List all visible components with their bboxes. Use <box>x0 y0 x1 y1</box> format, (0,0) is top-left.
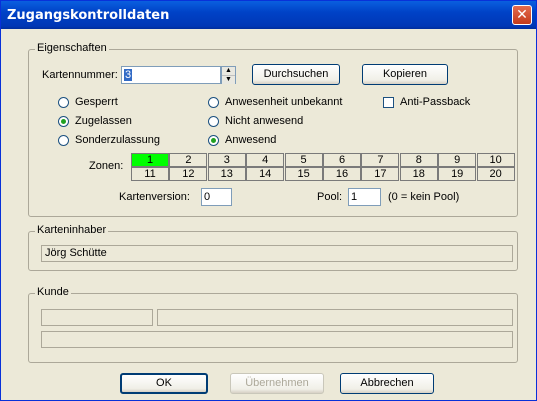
nicht-anwesend-radio[interactable] <box>208 116 219 127</box>
zone-14[interactable]: 14 <box>246 167 285 181</box>
eigenschaften-legend: Eigenschaften <box>35 42 109 54</box>
zone-15[interactable]: 15 <box>284 167 323 181</box>
pool-input[interactable]: 1 <box>348 188 381 206</box>
kartennummer-label: Kartennummer: <box>42 69 118 81</box>
abbrechen-button[interactable]: Abbrechen <box>340 373 434 394</box>
pool-hint: (0 = kein Pool) <box>388 191 460 203</box>
kartennummer-input[interactable]: 3 <box>121 66 221 84</box>
window-title: Zugangskontrolldaten <box>7 8 170 23</box>
anti-passback-label: Anti-Passback <box>400 96 471 108</box>
zone-17[interactable]: 17 <box>361 167 400 181</box>
zone-2[interactable]: 2 <box>169 153 208 167</box>
close-icon[interactable]: ✕ <box>512 5 532 25</box>
zugelassen-label: Zugelassen <box>75 115 132 127</box>
zone-20[interactable]: 20 <box>476 167 515 181</box>
zone-5[interactable]: 5 <box>284 153 323 167</box>
karteninhaber-name: Jörg Schütte <box>41 245 513 262</box>
zugelassen-radio[interactable] <box>58 116 69 127</box>
gesperrt-radio[interactable] <box>58 97 69 108</box>
zone-10[interactable]: 10 <box>476 153 515 167</box>
zone-13[interactable]: 13 <box>207 167 246 181</box>
gesperrt-label: Gesperrt <box>75 96 118 108</box>
uebernehmen-button[interactable]: Übernehmen <box>230 373 324 394</box>
kunde-field-3 <box>41 331 513 348</box>
kunde-field-2 <box>157 309 513 326</box>
zonen-label: Zonen: <box>89 160 124 172</box>
spin-down-icon[interactable]: ▼ <box>222 76 235 84</box>
anwesend-label: Anwesend <box>225 134 277 146</box>
karteninhaber-legend: Karteninhaber <box>35 224 109 236</box>
dialog-window: Zugangskontrolldaten ✕ Eigenschaften Kar… <box>0 0 537 401</box>
zone-19[interactable]: 19 <box>438 167 477 181</box>
zone-18[interactable]: 18 <box>399 167 438 181</box>
title-bar[interactable]: Zugangskontrolldaten ✕ <box>1 1 536 29</box>
zone-9[interactable]: 9 <box>438 153 477 167</box>
zone-12[interactable]: 12 <box>169 167 208 181</box>
kartenversion-input[interactable]: 0 <box>201 188 232 206</box>
kunde-legend: Kunde <box>35 286 71 298</box>
ok-button[interactable]: OK <box>120 373 208 394</box>
zone-6[interactable]: 6 <box>323 153 361 167</box>
sonderzulassung-radio[interactable] <box>58 135 69 146</box>
zone-7[interactable]: 7 <box>361 153 400 167</box>
zone-4[interactable]: 4 <box>246 153 285 167</box>
nicht-anwesend-label: Nicht anwesend <box>225 115 304 127</box>
kunde-field-1 <box>41 309 153 326</box>
spin-up-icon[interactable]: ▲ <box>222 67 235 76</box>
anwesenheit-unbekannt-label: Anwesenheit unbekannt <box>225 96 343 108</box>
zone-1[interactable]: 1 <box>131 153 169 167</box>
pool-label: Pool: <box>317 191 343 203</box>
zone-16[interactable]: 16 <box>323 167 361 181</box>
zone-11[interactable]: 11 <box>131 167 169 181</box>
anwesend-radio[interactable] <box>208 135 219 146</box>
kopieren-button[interactable]: Kopieren <box>362 64 448 85</box>
durchsuchen-button[interactable]: Durchsuchen <box>252 64 340 85</box>
anti-passback-checkbox[interactable] <box>383 97 394 108</box>
zone-3[interactable]: 3 <box>207 153 246 167</box>
zone-8[interactable]: 8 <box>399 153 438 167</box>
anwesenheit-unbekannt-radio[interactable] <box>208 97 219 108</box>
sonderzulassung-label: Sonderzulassung <box>75 134 161 146</box>
kartenversion-label: Kartenversion: <box>119 191 190 203</box>
kartennummer-spinner[interactable]: ▲ ▼ <box>221 66 236 84</box>
kunde-group: Kunde <box>28 286 518 363</box>
